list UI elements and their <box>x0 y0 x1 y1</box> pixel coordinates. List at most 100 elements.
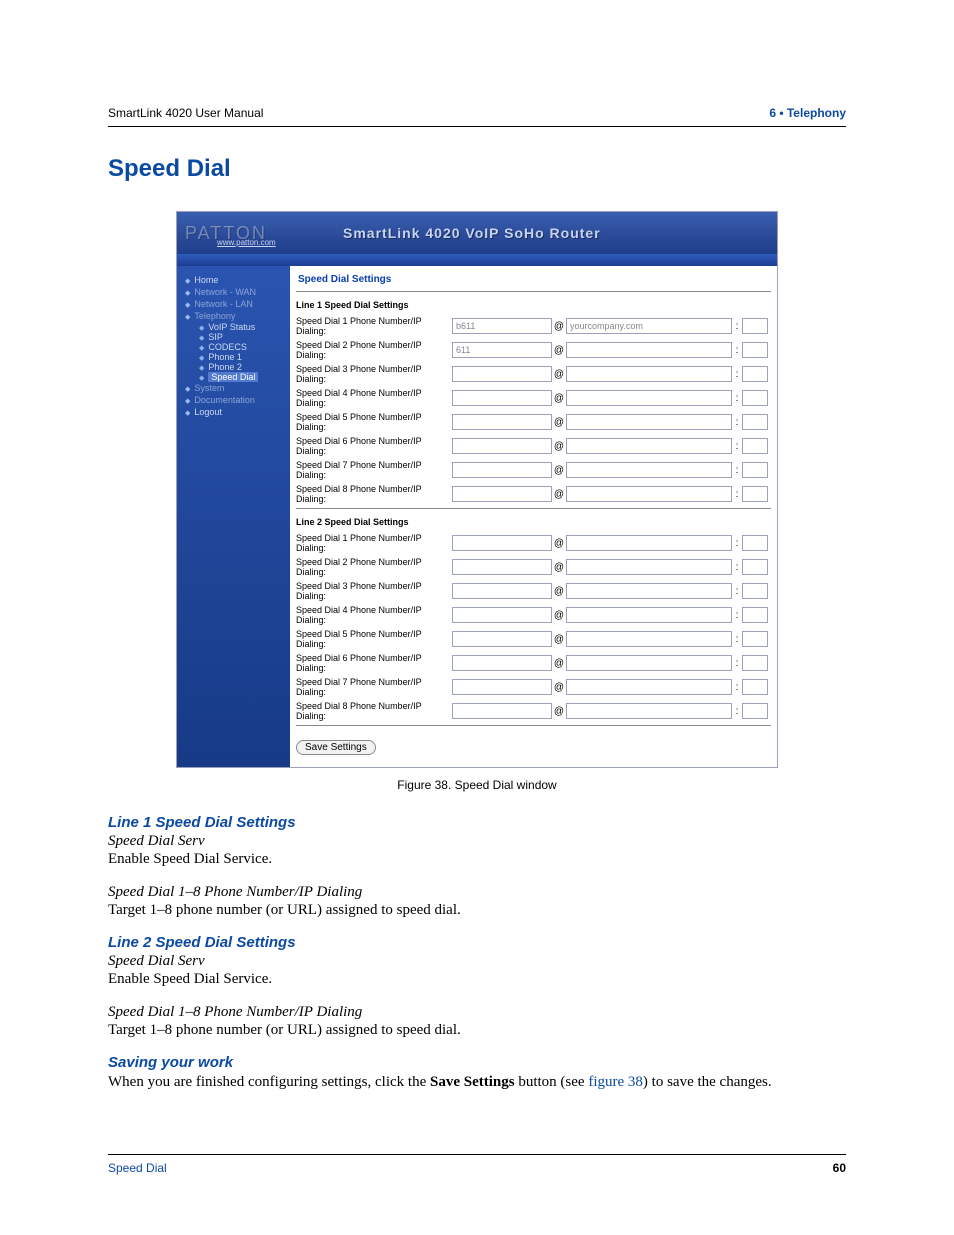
nav-documentation[interactable]: Documentation <box>177 394 290 406</box>
port-input[interactable] <box>742 366 768 382</box>
port-input[interactable] <box>742 462 768 478</box>
domain-input[interactable] <box>566 414 732 430</box>
phone-number-input[interactable] <box>452 318 552 334</box>
line1-serv-subhead: Speed Dial Serv <box>108 833 846 850</box>
sidebar-nav: Home Network - WAN Network - LAN Telepho… <box>177 266 290 767</box>
phone-number-input[interactable] <box>452 438 552 454</box>
section-save-heading: Saving your work <box>108 1054 846 1071</box>
port-input[interactable] <box>742 390 768 406</box>
speed-dial-row: Speed Dial 4 Phone Number/IP Dialing:@: <box>296 386 771 410</box>
domain-input[interactable] <box>566 535 732 551</box>
nav-codecs[interactable]: CODECS <box>177 342 290 352</box>
at-symbol: @ <box>552 538 566 549</box>
domain-input[interactable] <box>566 559 732 575</box>
port-input[interactable] <box>742 631 768 647</box>
nav-phone-2[interactable]: Phone 2 <box>177 362 290 372</box>
nav-home[interactable]: Home <box>177 274 290 286</box>
port-input[interactable] <box>742 559 768 575</box>
domain-input[interactable] <box>566 318 732 334</box>
speed-dial-row: Speed Dial 2 Phone Number/IP Dialing:@: <box>296 338 771 362</box>
domain-input[interactable] <box>566 366 732 382</box>
nav-network-lan[interactable]: Network - LAN <box>177 298 290 310</box>
speed-dial-row: Speed Dial 7 Phone Number/IP Dialing:@: <box>296 675 771 699</box>
domain-input[interactable] <box>566 655 732 671</box>
section-line2-heading: Line 2 Speed Dial Settings <box>108 934 846 951</box>
phone-number-input[interactable] <box>452 703 552 719</box>
phone-number-input[interactable] <box>452 583 552 599</box>
domain-input[interactable] <box>566 342 732 358</box>
save-body-mid: button (see <box>515 1074 589 1090</box>
domain-input[interactable] <box>566 679 732 695</box>
figure-caption: Figure 38. Speed Dial window <box>108 778 846 792</box>
line2-num-body: Target 1–8 phone number (or URL) assigne… <box>108 1021 846 1041</box>
row-label: Speed Dial 3 Phone Number/IP Dialing: <box>296 364 452 384</box>
phone-number-input[interactable] <box>452 342 552 358</box>
speed-dial-row: Speed Dial 3 Phone Number/IP Dialing:@: <box>296 579 771 603</box>
nav-voip-status[interactable]: VoIP Status <box>177 322 290 332</box>
speed-dial-row: Speed Dial 3 Phone Number/IP Dialing:@: <box>296 362 771 386</box>
row-label: Speed Dial 1 Phone Number/IP Dialing: <box>296 533 452 553</box>
colon-symbol: : <box>732 417 742 428</box>
content-panel: Speed Dial Settings Line 1 Speed Dial Se… <box>290 266 777 767</box>
line2-rows: Speed Dial 1 Phone Number/IP Dialing: @: S… <box>296 531 771 723</box>
nav-system[interactable]: System <box>177 382 290 394</box>
at-symbol: @ <box>552 441 566 452</box>
phone-number-input[interactable] <box>452 414 552 430</box>
phone-number-input[interactable] <box>452 535 552 551</box>
nav-phone-1[interactable]: Phone 1 <box>177 352 290 362</box>
domain-input[interactable] <box>566 607 732 623</box>
row-label: Speed Dial 7 Phone Number/IP Dialing: <box>296 460 452 480</box>
domain-input[interactable] <box>566 703 732 719</box>
nav-sip[interactable]: SIP <box>177 332 290 342</box>
panel-title: Speed Dial Settings <box>296 274 771 289</box>
row-label: Speed Dial 2 Phone Number/IP Dialing: <box>296 340 452 360</box>
row-label: Speed Dial 4 Phone Number/IP Dialing: <box>296 605 452 625</box>
phone-number-input[interactable] <box>452 607 552 623</box>
phone-number-input[interactable] <box>452 462 552 478</box>
domain-input[interactable] <box>566 631 732 647</box>
phone-number-input[interactable] <box>452 366 552 382</box>
phone-number-input[interactable] <box>452 559 552 575</box>
port-input[interactable] <box>742 703 768 719</box>
domain-input[interactable] <box>566 486 732 502</box>
nav-telephony[interactable]: Telephony <box>177 310 290 322</box>
phone-number-input[interactable] <box>452 631 552 647</box>
at-symbol: @ <box>552 562 566 573</box>
screenshot-figure: PATTON www.patton.com SmartLink 4020 VoI… <box>176 211 778 768</box>
save-body-post: ) to save the changes. <box>643 1074 772 1090</box>
port-input[interactable] <box>742 535 768 551</box>
colon-symbol: : <box>732 610 742 621</box>
port-input[interactable] <box>742 679 768 695</box>
app-subbar <box>177 254 777 266</box>
domain-input[interactable] <box>566 583 732 599</box>
save-body-figref[interactable]: figure 38 <box>588 1074 643 1090</box>
port-input[interactable] <box>742 583 768 599</box>
phone-number-input[interactable] <box>452 390 552 406</box>
nav-network-wan[interactable]: Network - WAN <box>177 286 290 298</box>
brand-url[interactable]: www.patton.com <box>217 238 276 247</box>
speed-dial-row: Speed Dial 1 Phone Number/IP Dialing:@: <box>296 314 771 338</box>
line2-num-subhead: Speed Dial 1–8 Phone Number/IP Dialing <box>108 1004 846 1021</box>
port-input[interactable] <box>742 438 768 454</box>
domain-input[interactable] <box>566 438 732 454</box>
port-input[interactable] <box>742 318 768 334</box>
port-input[interactable] <box>742 486 768 502</box>
phone-number-input[interactable] <box>452 486 552 502</box>
page-title: Speed Dial <box>108 155 846 183</box>
domain-input[interactable] <box>566 462 732 478</box>
port-input[interactable] <box>742 342 768 358</box>
at-symbol: @ <box>552 345 566 356</box>
save-settings-button[interactable]: Save Settings <box>296 740 376 755</box>
nav-logout[interactable]: Logout <box>177 406 290 418</box>
domain-input[interactable] <box>566 390 732 406</box>
phone-number-input[interactable] <box>452 679 552 695</box>
port-input[interactable] <box>742 414 768 430</box>
line1-serv-body: Enable Speed Dial Service. <box>108 850 846 870</box>
at-symbol: @ <box>552 610 566 621</box>
port-input[interactable] <box>742 607 768 623</box>
phone-number-input[interactable] <box>452 655 552 671</box>
port-input[interactable] <box>742 655 768 671</box>
nav-speed-dial[interactable]: Speed Dial <box>177 372 290 382</box>
page-number: 60 <box>833 1161 846 1175</box>
speed-dial-row: Speed Dial 5 Phone Number/IP Dialing:@: <box>296 627 771 651</box>
